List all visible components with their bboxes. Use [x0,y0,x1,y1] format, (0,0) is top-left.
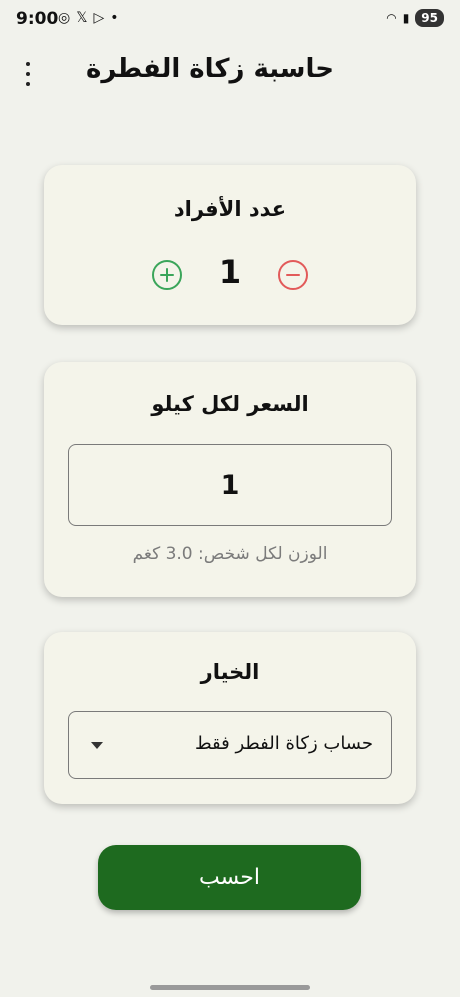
status-bar: 9:00 ◎ 𝕏 ▷ • ◠ ▮ 95 [0,0,460,40]
status-time: 9:00 [16,9,59,29]
option-select-value: حساب زكاة الفطر فقط [194,733,373,754]
option-select[interactable]: حساب زكاة الفطر فقط [68,711,392,779]
notification-icons: ◎ 𝕏 ▷ • [58,10,119,26]
whatsapp-icon: ◎ [58,10,71,26]
decrement-icon[interactable] [278,260,308,290]
home-indicator[interactable] [150,985,310,990]
x-icon: 𝕏 [76,10,88,26]
price-card-title: السعر لكل كيلو [151,392,309,416]
wifi-icon: ◠ [386,11,397,25]
people-card: عدد الأفراد 1 [44,165,416,325]
weight-note: الوزن لكل شخص: 3.0 كغم [132,544,328,564]
more-options-icon[interactable] [20,62,36,86]
people-count: 1 [218,253,242,291]
increment-icon[interactable] [152,260,182,290]
dot-icon: • [110,10,119,26]
signal-icon: ▮ [402,11,410,25]
page-title: حاسبة زكاة الفطرة [86,54,334,84]
play-icon: ▷ [93,10,105,26]
option-card-title: الخيار [200,660,260,684]
option-card: الخيار حساب زكاة الفطر فقط [44,632,416,804]
calculate-button[interactable]: احسب [98,845,361,910]
dropdown-caret-icon [91,742,103,749]
price-input[interactable]: 1 [68,444,392,526]
status-right: ◠ ▮ 95 [386,9,444,27]
people-card-title: عدد الأفراد [173,197,287,221]
price-card: السعر لكل كيلو 1 الوزن لكل شخص: 3.0 كغم [44,362,416,597]
app-bar: حاسبة زكاة الفطرة [0,48,460,98]
battery-badge: 95 [415,9,444,27]
